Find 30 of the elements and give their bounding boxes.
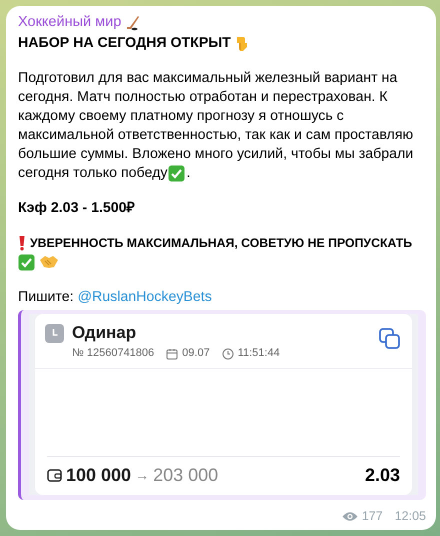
warning-text: УВЕРЕННОСТЬ МАКСИМАЛЬНАЯ, СОВЕТУЮ НЕ ПРОПУСКАТЬ — [30, 234, 412, 252]
bet-time: 11:51:44 — [238, 346, 280, 362]
copy-icon[interactable] — [379, 328, 400, 349]
period-text: . — [186, 164, 190, 183]
hockey-stick-icon — [125, 14, 142, 31]
exclamation-icon — [18, 235, 26, 252]
arrow-text: → — [135, 466, 150, 485]
stake-amount: 100 000 — [66, 464, 132, 487]
check-mark-icon — [18, 254, 35, 271]
bet-number: № 12560741806 — [72, 346, 154, 362]
message-time: 12:05 — [394, 508, 426, 526]
eye-icon — [342, 511, 358, 522]
odds-text: Кэф 2.03 - 1.500₽ — [18, 200, 135, 216]
headline: НАБОР НА СЕГОДНЯ ОТКРЫТ — [18, 34, 231, 53]
calendar-icon — [166, 348, 178, 360]
bet-odds: 2.03 — [364, 464, 400, 487]
handshake-icon — [39, 255, 59, 270]
payout-amount: 203 000 — [153, 464, 218, 487]
check-mark-icon — [168, 164, 186, 182]
bet-date: 09.07 — [182, 346, 210, 362]
clock-icon — [222, 348, 234, 360]
wallet-icon — [47, 468, 62, 483]
clock-icon — [45, 324, 64, 343]
contact-label: Пишите: — [18, 288, 74, 305]
channel-name[interactable]: Хоккейный мир — [18, 12, 122, 34]
view-count: 177 — [362, 508, 383, 526]
username-link[interactable]: @RuslanHockeyBets — [78, 288, 212, 305]
bet-preview[interactable]: Одинар № 12560741806 09.07 11:51:44 100 000 → 203 000 2.03 — [18, 310, 426, 500]
message-line: сегодня только победу — [18, 164, 168, 183]
bet-type: Одинар — [72, 322, 138, 344]
